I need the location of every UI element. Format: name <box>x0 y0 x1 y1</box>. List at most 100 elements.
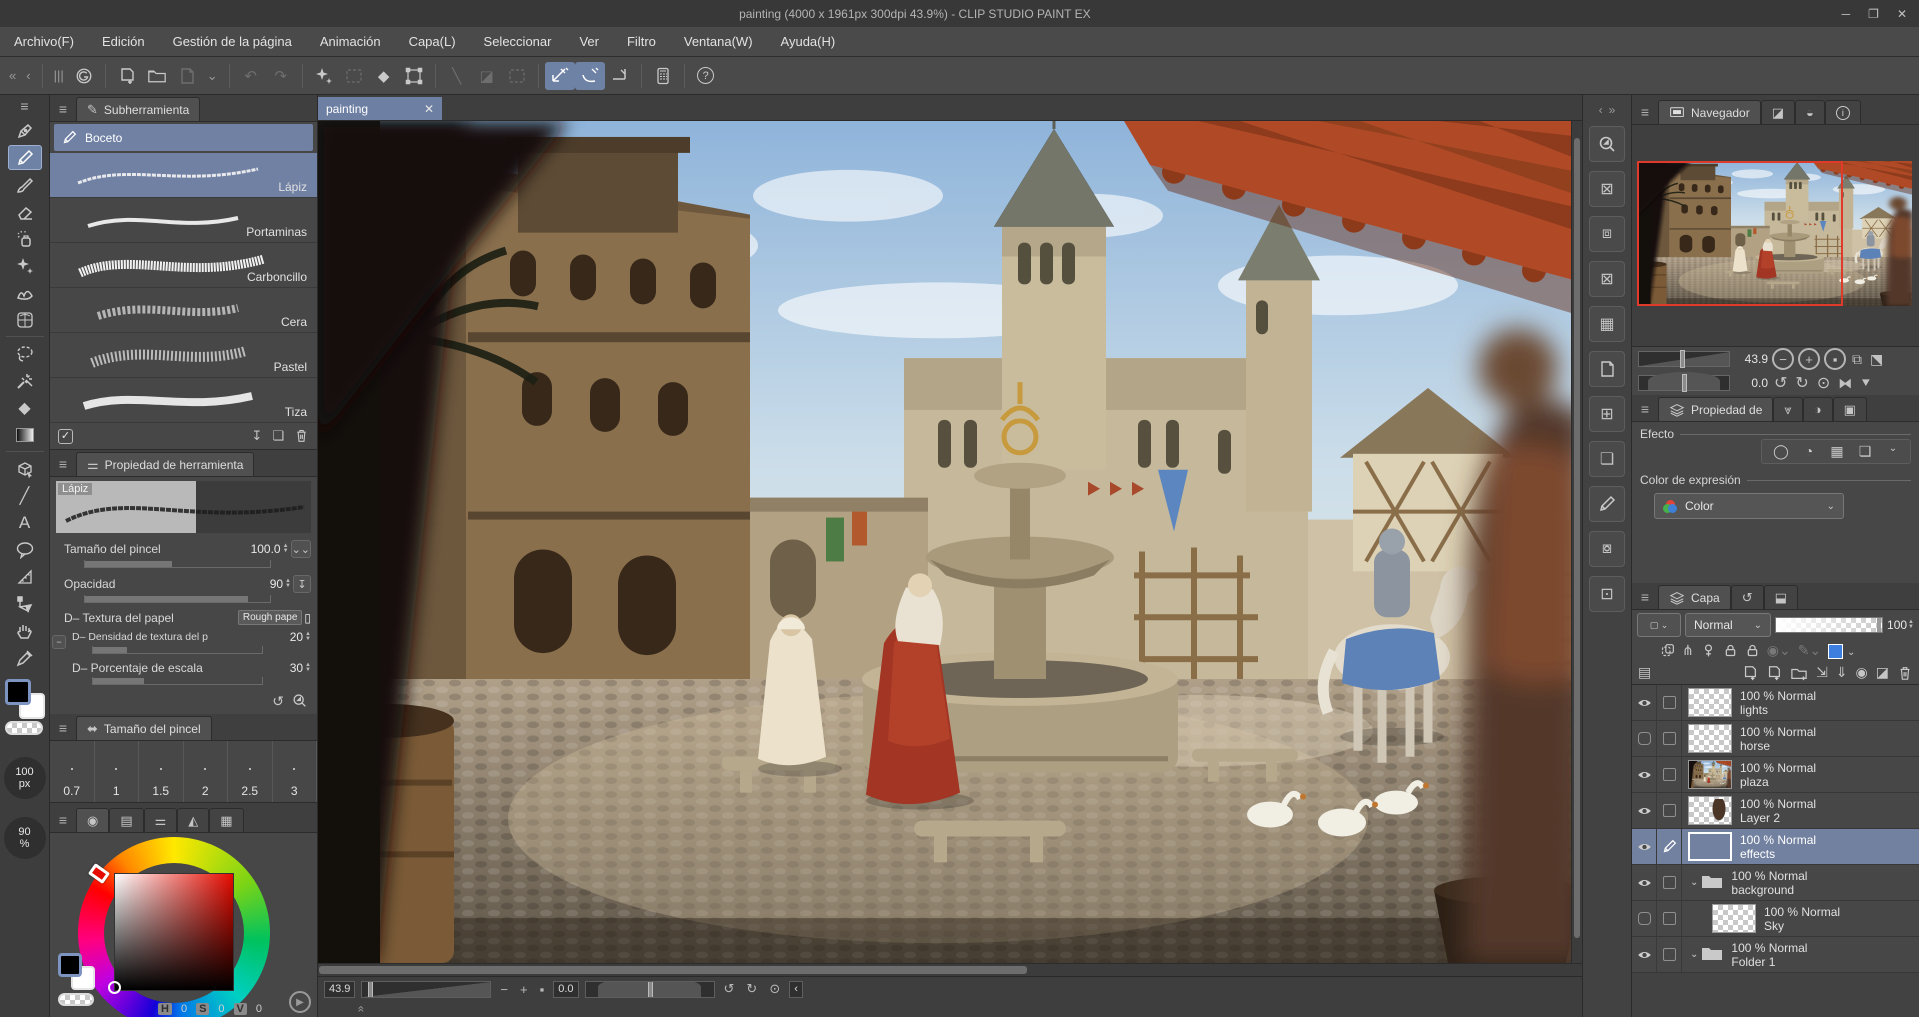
brush-size-panel-menu-icon[interactable]: ≡ <box>50 720 76 740</box>
menu-archivo[interactable]: Archivo(F) <box>0 34 88 49</box>
layer-row-sky[interactable]: 100 % Normal Sky <box>1632 901 1919 937</box>
effect-tone-icon[interactable]: ◔ <box>1796 443 1822 460</box>
tab-tone[interactable]: ◑ <box>1802 397 1833 421</box>
saturation-value-square[interactable] <box>114 873 234 991</box>
dock-text-button[interactable]: ⊡ <box>1589 575 1625 612</box>
layer-checkbox[interactable] <box>1657 721 1682 756</box>
rotate-reset-icon[interactable]: ⊙ <box>766 981 783 997</box>
canvas-vertical-scrollbar[interactable] <box>1571 121 1582 963</box>
layer-checkbox[interactable] <box>1657 685 1682 720</box>
effect-border-icon[interactable]: ◯ <box>1768 443 1794 460</box>
brush-size-dynamics-button[interactable]: ⌄⌄ <box>290 540 311 558</box>
deselect-button[interactable] <box>309 62 339 90</box>
layer-row-folder1[interactable]: ⌄ 100 % Normal Folder 1 <box>1632 937 1919 973</box>
layer-row-effects[interactable]: 100 % Normal effects <box>1632 829 1919 865</box>
clip-studio-logo-button[interactable] <box>69 62 99 90</box>
delete-subtool-icon[interactable] <box>294 428 309 443</box>
expression-color-dropdown[interactable]: Color ⌄ <box>1654 493 1844 519</box>
dock-delete-button[interactable]: ⊠ <box>1589 260 1625 297</box>
navigator-menu-icon[interactable]: ≡ <box>1632 104 1658 124</box>
layer-color-chip[interactable]: ⌄ <box>1828 642 1855 659</box>
tab-information[interactable]: i <box>1824 100 1861 124</box>
tool-pen[interactable] <box>8 118 42 143</box>
brush-pastel[interactable]: Pastel <box>50 333 317 378</box>
texture-density-slider[interactable] <box>92 646 263 654</box>
tool-eyedropper[interactable] <box>8 645 42 670</box>
brush-lapiz[interactable]: Lápiz <box>50 153 317 198</box>
panel-main-color[interactable] <box>58 953 82 977</box>
layer-name[interactable]: Layer 2 <box>1740 811 1780 825</box>
layer-property-menu-icon[interactable]: ≡ <box>1632 401 1658 421</box>
nav-flip-v-icon[interactable]: ⯆ <box>1858 375 1873 392</box>
tool-gradient[interactable] <box>8 422 42 447</box>
navigator-view-rect[interactable] <box>1637 161 1843 306</box>
dock-image-material-button[interactable]: ⧈ <box>1589 215 1625 252</box>
layer-checkbox[interactable] <box>1657 901 1682 936</box>
tab-propiedad-capa[interactable]: Propiedad de <box>1658 397 1774 421</box>
layer-row-lights[interactable]: 100 % Normal lights <box>1632 685 1919 721</box>
nav-rotate-slider[interactable] <box>1638 371 1730 392</box>
rotate-right-icon[interactable]: ↻ <box>743 981 760 997</box>
tool-airbrush[interactable] <box>8 226 42 251</box>
import-subtool-icon[interactable]: ↧ <box>251 428 262 444</box>
tool-selection-lasso[interactable] <box>8 341 42 366</box>
zoom-slider[interactable] <box>361 980 492 998</box>
copy-subtool-icon[interactable]: ❏ <box>272 428 284 444</box>
layer-name[interactable]: lights <box>1740 703 1768 717</box>
tool-brush[interactable] <box>8 172 42 197</box>
effect-halftone-icon[interactable]: ▦ <box>1824 443 1850 460</box>
maximize-button[interactable]: ❐ <box>1868 7 1879 21</box>
snap-to-special-ruler-button[interactable] <box>574 61 605 90</box>
nav-flip-h-icon[interactable]: ⧓ <box>1836 375 1854 392</box>
canvas-horizontal-scrollbar[interactable] <box>318 963 1582 976</box>
blend-mode-dropdown[interactable]: Normal ⌄ <box>1685 613 1771 637</box>
zoom-value-box[interactable]: 43.9 <box>324 980 356 998</box>
size-preset[interactable]: 1.5 <box>139 741 184 802</box>
rotation-slider[interactable] <box>584 980 715 998</box>
apply-mask-icon[interactable]: ◪ <box>1876 664 1889 681</box>
size-preset[interactable]: 1 <box>95 741 139 802</box>
quantity-pad-button[interactable] <box>648 62 678 90</box>
tab-color-slider[interactable]: ⚌ <box>143 808 178 832</box>
pin-icon[interactable] <box>1701 643 1716 658</box>
minimize-button[interactable]: ─ <box>1842 7 1851 21</box>
dock-zoom-reset-button[interactable] <box>1589 125 1625 162</box>
canvas-viewport[interactable] <box>318 121 1582 963</box>
tab-frames[interactable]: ▣ <box>1832 397 1867 421</box>
brush-tiza[interactable]: Tiza <box>50 378 317 423</box>
layer-name[interactable]: Folder 1 <box>1731 955 1775 969</box>
back-icon[interactable]: ‹ <box>21 68 35 83</box>
help-button[interactable]: ? <box>691 62 721 90</box>
layer-name[interactable]: background <box>1731 883 1794 897</box>
tool-operation[interactable] <box>8 456 42 481</box>
tab-color-mixing[interactable]: ◭ <box>177 808 210 832</box>
menu-animacion[interactable]: Animación <box>306 34 395 49</box>
tool-eraser[interactable] <box>8 199 42 224</box>
tool-palette-menu-icon[interactable]: ≡ <box>20 95 28 117</box>
layer-thumbnail[interactable] <box>1688 760 1732 789</box>
dock-edit-button[interactable] <box>1589 485 1625 522</box>
dock-back-icon[interactable]: ‹ <box>1599 103 1603 117</box>
tool-line[interactable]: ╱ <box>8 483 42 508</box>
layer-checkbox[interactable] <box>1657 865 1682 900</box>
tab-color-wheel[interactable]: ◉ <box>76 808 110 832</box>
snap-to-grid-button[interactable] <box>605 62 635 90</box>
nav-flip-icon[interactable]: ⧉ <box>1850 351 1864 368</box>
selection-border-button[interactable] <box>502 62 532 90</box>
zoom-in-icon[interactable]: + <box>517 982 531 997</box>
visibility-eye-icon[interactable] <box>1632 721 1657 756</box>
close-tab-icon[interactable]: ✕ <box>424 102 434 116</box>
property-value[interactable]: 30 <box>290 661 303 675</box>
layer-thumbnail[interactable] <box>1688 796 1732 825</box>
visibility-eye-icon[interactable] <box>1632 685 1657 720</box>
layer-view-mode-icon[interactable]: ▤ <box>1638 664 1651 681</box>
effect-dropdown-icon[interactable]: ⌄ <box>1880 443 1906 460</box>
snap-to-ruler-button[interactable] <box>544 61 575 90</box>
redo-button[interactable]: ↷ <box>266 62 296 90</box>
delete-layer-icon[interactable] <box>1897 665 1913 681</box>
tab-layer-search[interactable]: ⩔ <box>1773 397 1803 421</box>
layer-name[interactable]: plaza <box>1740 775 1769 789</box>
lock-alpha-icon[interactable] <box>1745 643 1760 658</box>
layer-checkbox[interactable] <box>1657 757 1682 792</box>
tool-balloon[interactable] <box>8 537 42 562</box>
